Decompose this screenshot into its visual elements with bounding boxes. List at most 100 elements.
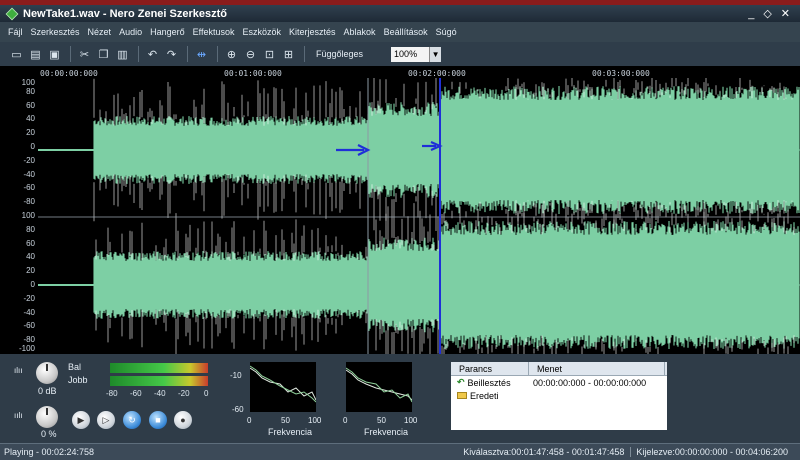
menu-bar: Fájl Szerkesztés Nézet Audio Hangerő Eff… (0, 22, 800, 42)
waveform-right-channel (38, 221, 800, 349)
level-meter-right (110, 376, 208, 386)
frequency-panel: -10 -60 0 50 100 Frekvencia 0 50 100 Fre… (220, 356, 445, 440)
cut-icon[interactable]: ✂ (76, 46, 93, 63)
zoom-selection-icon[interactable]: ⊡ (261, 46, 278, 63)
menu-audio[interactable]: Audio (119, 27, 142, 37)
freq-y-tick: -10 (230, 371, 242, 380)
play-icon[interactable]: ▶ (72, 411, 90, 429)
title-bar: NewTake1.wav - Nero Zenei Szerkesztő _ ◇… (0, 5, 800, 22)
waveform-display[interactable] (38, 78, 800, 354)
menu-help[interactable]: Súgó (436, 27, 457, 37)
menu-tools[interactable]: Eszközök (242, 27, 281, 37)
chevron-down-icon[interactable]: ▼ (429, 46, 442, 62)
amplitude-axis: 100 80 60 40 20 0 -20 -40 -60 -80 100 80 60 40 20 0 -20-… (0, 78, 38, 354)
playback-status: Playing - 00:02:24:758 (4, 447, 95, 457)
amplitude-label: 80 (26, 224, 35, 234)
freq-x-tick: 100 (308, 416, 322, 425)
frequency-caption: Frekvencia (268, 427, 313, 437)
select-all-icon[interactable]: ⇹ (193, 46, 210, 63)
menu-windows[interactable]: Ablakok (344, 27, 376, 37)
amplitude-label: -40 (23, 169, 35, 179)
folder-icon (457, 392, 467, 399)
amplitude-label: -40 (23, 307, 35, 317)
new-file-icon[interactable]: ▭ (8, 46, 25, 63)
menu-volume[interactable]: Hangerő (150, 27, 185, 37)
freq-x-tick: 50 (281, 416, 290, 425)
restore-button[interactable]: ◇ (763, 8, 771, 20)
redo-icon[interactable]: ↷ (163, 46, 180, 63)
amplitude-label: 40 (26, 252, 35, 262)
history-command: Eredeti (470, 390, 499, 401)
copy-icon[interactable]: ❐ (95, 46, 112, 63)
ruler-label: 00:01:00:000 (224, 69, 282, 78)
play-selection-icon[interactable]: ▷ (97, 411, 115, 429)
history-progress: 00:00:00:000 - 00:00:00:000 (533, 377, 647, 388)
history-command: Beillesztés (467, 377, 511, 388)
meter-tick: -40 (154, 389, 166, 398)
zoom-select[interactable]: 100% ▼ (391, 46, 442, 62)
open-folder-icon[interactable]: ▤ (27, 46, 44, 63)
history-row[interactable]: Eredeti (451, 389, 667, 402)
undo-icon: ↶ (457, 377, 465, 387)
toolbar-divider (70, 46, 71, 62)
minimize-button[interactable]: _ (748, 8, 754, 20)
loop-icon[interactable]: ↻ (123, 411, 141, 429)
frequency-caption: Frekvencia (364, 427, 409, 437)
amplitude-label: 20 (26, 266, 35, 276)
status-bar: Playing - 00:02:24:758 Kiválasztva:00:01… (0, 443, 800, 460)
meter-tick: 0 (204, 389, 209, 398)
app-icon (5, 7, 19, 20)
amplitude-label: -100 (18, 344, 35, 353)
menu-effects[interactable]: Effektusok (193, 27, 235, 37)
paste-icon[interactable]: ▥ (114, 46, 131, 63)
balance-knob[interactable] (36, 362, 58, 384)
amplitude-label: -80 (23, 335, 35, 345)
amplitude-label: 100 (21, 78, 35, 87)
meter-tick: -60 (130, 389, 142, 398)
ruler-label: 00:02:00:000 (408, 69, 466, 78)
toolbar-divider (217, 46, 218, 62)
amplitude-label: 80 (26, 86, 35, 96)
amplitude-label: 0 (30, 142, 35, 151)
menu-view[interactable]: Nézet (88, 27, 112, 37)
zoom-in-icon[interactable]: ⊕ (223, 46, 240, 63)
meter-tick: -20 (178, 389, 190, 398)
record-icon[interactable]: ● (174, 411, 192, 429)
volume-icon: ıılı (14, 411, 23, 420)
window-title: NewTake1.wav - Nero Zenei Szerkesztő (23, 7, 227, 20)
stop-icon[interactable]: ■ (149, 411, 167, 429)
menu-extensions[interactable]: Kiterjesztés (289, 27, 336, 37)
history-header: Parancs Menet (451, 362, 667, 376)
amplitude-label: -20 (23, 155, 35, 165)
visible-range-status: Kijelezve:00:00:00:000 - 00:04:06:200 (636, 447, 788, 457)
close-button[interactable]: ✕ (781, 8, 790, 20)
volume-knob[interactable] (36, 406, 58, 428)
selection-status: Kiválasztva:00:01:47:458 - 00:01:47:458 (463, 447, 632, 457)
channel-icon: ılıı (14, 366, 23, 375)
menu-file[interactable]: Fájl (8, 27, 23, 37)
menu-edit[interactable]: Szerkesztés (31, 27, 80, 37)
left-channel-label: Bal (68, 362, 82, 372)
history-row[interactable]: ↶ Beillesztés 00:00:00:000 - 00:00:00:000 (451, 376, 667, 389)
undo-icon[interactable]: ↶ (144, 46, 161, 63)
ruler-label: 00:03:00:000 (592, 69, 650, 78)
db-value: 0 dB (38, 386, 57, 396)
history-col-command[interactable]: Parancs (451, 362, 529, 375)
waveform-left-channel (38, 86, 800, 214)
meter-tick: -80 (106, 389, 118, 398)
time-ruler[interactable]: 00:00:00:000 00:01:00:000 00:02:00:000 0… (38, 68, 800, 78)
spectrum-chart-right (346, 362, 412, 412)
history-col-progress[interactable]: Menet (529, 362, 665, 375)
vertical-zoom-label: Függőleges (316, 49, 364, 59)
toolbar: ▭ ▤ ▣ ✂ ❐ ▥ ↶ ↷ ⇹ ⊕ ⊖ ⊡ ⊞ Függőleges 100… (0, 42, 800, 66)
toolbar-divider (187, 46, 188, 62)
zoom-fit-icon[interactable]: ⊞ (280, 46, 297, 63)
save-icon[interactable]: ▣ (46, 46, 63, 63)
pan-value: 0 % (41, 429, 57, 439)
amplitude-label: -80 (23, 197, 35, 207)
menu-settings[interactable]: Beállítások (384, 27, 428, 37)
zoom-out-icon[interactable]: ⊖ (242, 46, 259, 63)
freq-x-tick: 0 (343, 416, 348, 425)
freq-x-tick: 100 (404, 416, 418, 425)
freq-x-tick: 0 (247, 416, 252, 425)
